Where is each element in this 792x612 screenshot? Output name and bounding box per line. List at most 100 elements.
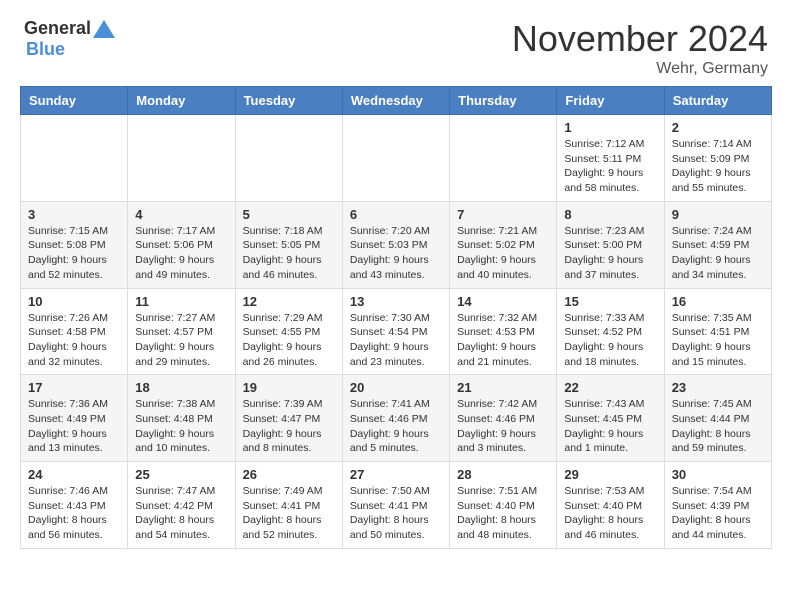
- day-cell: 1 Sunrise: 7:12 AM Sunset: 5:11 PM Daylig…: [557, 115, 664, 202]
- day-number: 14: [457, 294, 549, 309]
- calendar-table: SundayMondayTuesdayWednesdayThursdayFrid…: [20, 86, 772, 549]
- day-number: 10: [28, 294, 120, 309]
- day-cell: 11 Sunrise: 7:27 AM Sunset: 4:57 PM Dayli…: [128, 288, 235, 375]
- day-number: 4: [135, 207, 227, 222]
- day-cell: 24Sunrise: 7:46 AM Sunset: 4:43 PM Dayli…: [21, 462, 128, 549]
- day-number: 9: [672, 207, 764, 222]
- logo-general-text: General: [24, 18, 91, 39]
- day-info: Sunrise: 7:27 AM Sunset: 4:57 PM Dayligh…: [135, 311, 227, 370]
- day-cell: 25Sunrise: 7:47 AM Sunset: 4:42 PM Dayli…: [128, 462, 235, 549]
- day-info: Sunrise: 7:29 AM Sunset: 4:55 PM Dayligh…: [243, 311, 335, 370]
- day-info: Sunrise: 7:20 AM Sunset: 5:03 PM Dayligh…: [350, 224, 442, 283]
- day-info: Sunrise: 7:50 AM Sunset: 4:41 PM Dayligh…: [350, 484, 442, 543]
- day-info: Sunrise: 7:12 AM Sunset: 5:11 PM Dayligh…: [564, 137, 656, 196]
- day-info: Sunrise: 7:45 AM Sunset: 4:44 PM Dayligh…: [672, 397, 764, 456]
- day-cell: [342, 115, 449, 202]
- day-number: 17: [28, 380, 120, 395]
- day-number: 27: [350, 467, 442, 482]
- calendar-wrapper: SundayMondayTuesdayWednesdayThursdayFrid…: [0, 86, 792, 559]
- day-number: 13: [350, 294, 442, 309]
- day-info: Sunrise: 7:18 AM Sunset: 5:05 PM Dayligh…: [243, 224, 335, 283]
- day-number: 21: [457, 380, 549, 395]
- day-cell: 27 Sunrise: 7:50 AM Sunset: 4:41 PM Dayli…: [342, 462, 449, 549]
- day-number: 3: [28, 207, 120, 222]
- title-section: November 2024 Wehr, Germany: [512, 18, 768, 78]
- day-cell: 16 Sunrise: 7:35 AM Sunset: 4:51 PM Dayli…: [664, 288, 771, 375]
- day-cell: 6 Sunrise: 7:20 AM Sunset: 5:03 PM Daylig…: [342, 201, 449, 288]
- day-cell: 8 Sunrise: 7:23 AM Sunset: 5:00 PM Daylig…: [557, 201, 664, 288]
- day-number: 5: [243, 207, 335, 222]
- day-cell: 17 Sunrise: 7:36 AM Sunset: 4:49 PM Dayli…: [21, 375, 128, 462]
- day-number: 16: [672, 294, 764, 309]
- day-cell: 9 Sunrise: 7:24 AM Sunset: 4:59 PM Daylig…: [664, 201, 771, 288]
- month-title: November 2024: [512, 18, 768, 60]
- day-number: 23: [672, 380, 764, 395]
- day-info: Sunrise: 7:43 AM Sunset: 4:45 PM Dayligh…: [564, 397, 656, 456]
- col-header-sunday: Sunday: [21, 87, 128, 115]
- day-cell: 10 Sunrise: 7:26 AM Sunset: 4:58 PM Dayli…: [21, 288, 128, 375]
- day-number: 24: [28, 467, 120, 482]
- day-number: 30: [672, 467, 764, 482]
- col-header-friday: Friday: [557, 87, 664, 115]
- day-cell: 22 Sunrise: 7:43 AM Sunset: 4:45 PM Dayli…: [557, 375, 664, 462]
- day-info: Sunrise: 7:35 AM Sunset: 4:51 PM Dayligh…: [672, 311, 764, 370]
- day-info: Sunrise: 7:42 AM Sunset: 4:46 PM Dayligh…: [457, 397, 549, 456]
- day-cell: 13 Sunrise: 7:30 AM Sunset: 4:54 PM Dayli…: [342, 288, 449, 375]
- calendar-week-row: 3Sunrise: 7:15 AM Sunset: 5:08 PM Daylig…: [21, 201, 772, 288]
- day-number: 20: [350, 380, 442, 395]
- day-number: 12: [243, 294, 335, 309]
- day-info: Sunrise: 7:23 AM Sunset: 5:00 PM Dayligh…: [564, 224, 656, 283]
- day-cell: 26 Sunrise: 7:49 AM Sunset: 4:41 PM Dayli…: [235, 462, 342, 549]
- day-info: Sunrise: 7:39 AM Sunset: 4:47 PM Dayligh…: [243, 397, 335, 456]
- day-info: Sunrise: 7:24 AM Sunset: 4:59 PM Dayligh…: [672, 224, 764, 283]
- day-cell: 15Sunrise: 7:33 AM Sunset: 4:52 PM Dayli…: [557, 288, 664, 375]
- day-cell: 21 Sunrise: 7:42 AM Sunset: 4:46 PM Dayli…: [450, 375, 557, 462]
- logo-blue-text: Blue: [26, 39, 65, 59]
- col-header-monday: Monday: [128, 87, 235, 115]
- day-cell: [128, 115, 235, 202]
- day-info: Sunrise: 7:41 AM Sunset: 4:46 PM Dayligh…: [350, 397, 442, 456]
- day-cell: 14 Sunrise: 7:32 AM Sunset: 4:53 PM Dayli…: [450, 288, 557, 375]
- day-number: 22: [564, 380, 656, 395]
- day-cell: 28 Sunrise: 7:51 AM Sunset: 4:40 PM Dayli…: [450, 462, 557, 549]
- day-info: Sunrise: 7:51 AM Sunset: 4:40 PM Dayligh…: [457, 484, 549, 543]
- day-number: 8: [564, 207, 656, 222]
- day-info: Sunrise: 7:30 AM Sunset: 4:54 PM Dayligh…: [350, 311, 442, 370]
- day-cell: [21, 115, 128, 202]
- day-info: Sunrise: 7:49 AM Sunset: 4:41 PM Dayligh…: [243, 484, 335, 543]
- day-info: Sunrise: 7:36 AM Sunset: 4:49 PM Dayligh…: [28, 397, 120, 456]
- day-info: Sunrise: 7:32 AM Sunset: 4:53 PM Dayligh…: [457, 311, 549, 370]
- day-info: Sunrise: 7:54 AM Sunset: 4:39 PM Dayligh…: [672, 484, 764, 543]
- day-number: 28: [457, 467, 549, 482]
- day-cell: 3Sunrise: 7:15 AM Sunset: 5:08 PM Daylig…: [21, 201, 128, 288]
- day-number: 18: [135, 380, 227, 395]
- day-number: 7: [457, 207, 549, 222]
- day-cell: 18 Sunrise: 7:38 AM Sunset: 4:48 PM Dayli…: [128, 375, 235, 462]
- calendar-week-row: 1 Sunrise: 7:12 AM Sunset: 5:11 PM Daylig…: [21, 115, 772, 202]
- day-number: 1: [564, 120, 656, 135]
- day-cell: 29Sunrise: 7:53 AM Sunset: 4:40 PM Dayli…: [557, 462, 664, 549]
- location: Wehr, Germany: [512, 60, 768, 78]
- day-number: 11: [135, 294, 227, 309]
- day-cell: [235, 115, 342, 202]
- calendar-week-row: 10 Sunrise: 7:26 AM Sunset: 4:58 PM Dayli…: [21, 288, 772, 375]
- day-number: 19: [243, 380, 335, 395]
- day-cell: 5 Sunrise: 7:18 AM Sunset: 5:05 PM Daylig…: [235, 201, 342, 288]
- day-info: Sunrise: 7:21 AM Sunset: 5:02 PM Dayligh…: [457, 224, 549, 283]
- day-number: 25: [135, 467, 227, 482]
- day-info: Sunrise: 7:38 AM Sunset: 4:48 PM Dayligh…: [135, 397, 227, 456]
- day-info: Sunrise: 7:26 AM Sunset: 4:58 PM Dayligh…: [28, 311, 120, 370]
- day-info: Sunrise: 7:53 AM Sunset: 4:40 PM Dayligh…: [564, 484, 656, 543]
- day-cell: 19 Sunrise: 7:39 AM Sunset: 4:47 PM Dayli…: [235, 375, 342, 462]
- col-header-tuesday: Tuesday: [235, 87, 342, 115]
- page-header: General Blue November 2024 Wehr, Germany: [0, 0, 792, 86]
- day-info: Sunrise: 7:17 AM Sunset: 5:06 PM Dayligh…: [135, 224, 227, 283]
- day-cell: 12 Sunrise: 7:29 AM Sunset: 4:55 PM Dayli…: [235, 288, 342, 375]
- col-header-thursday: Thursday: [450, 87, 557, 115]
- day-number: 6: [350, 207, 442, 222]
- day-number: 2: [672, 120, 764, 135]
- col-header-wednesday: Wednesday: [342, 87, 449, 115]
- day-cell: 20 Sunrise: 7:41 AM Sunset: 4:46 PM Dayli…: [342, 375, 449, 462]
- calendar-header: SundayMondayTuesdayWednesdayThursdayFrid…: [21, 87, 772, 115]
- day-number: 26: [243, 467, 335, 482]
